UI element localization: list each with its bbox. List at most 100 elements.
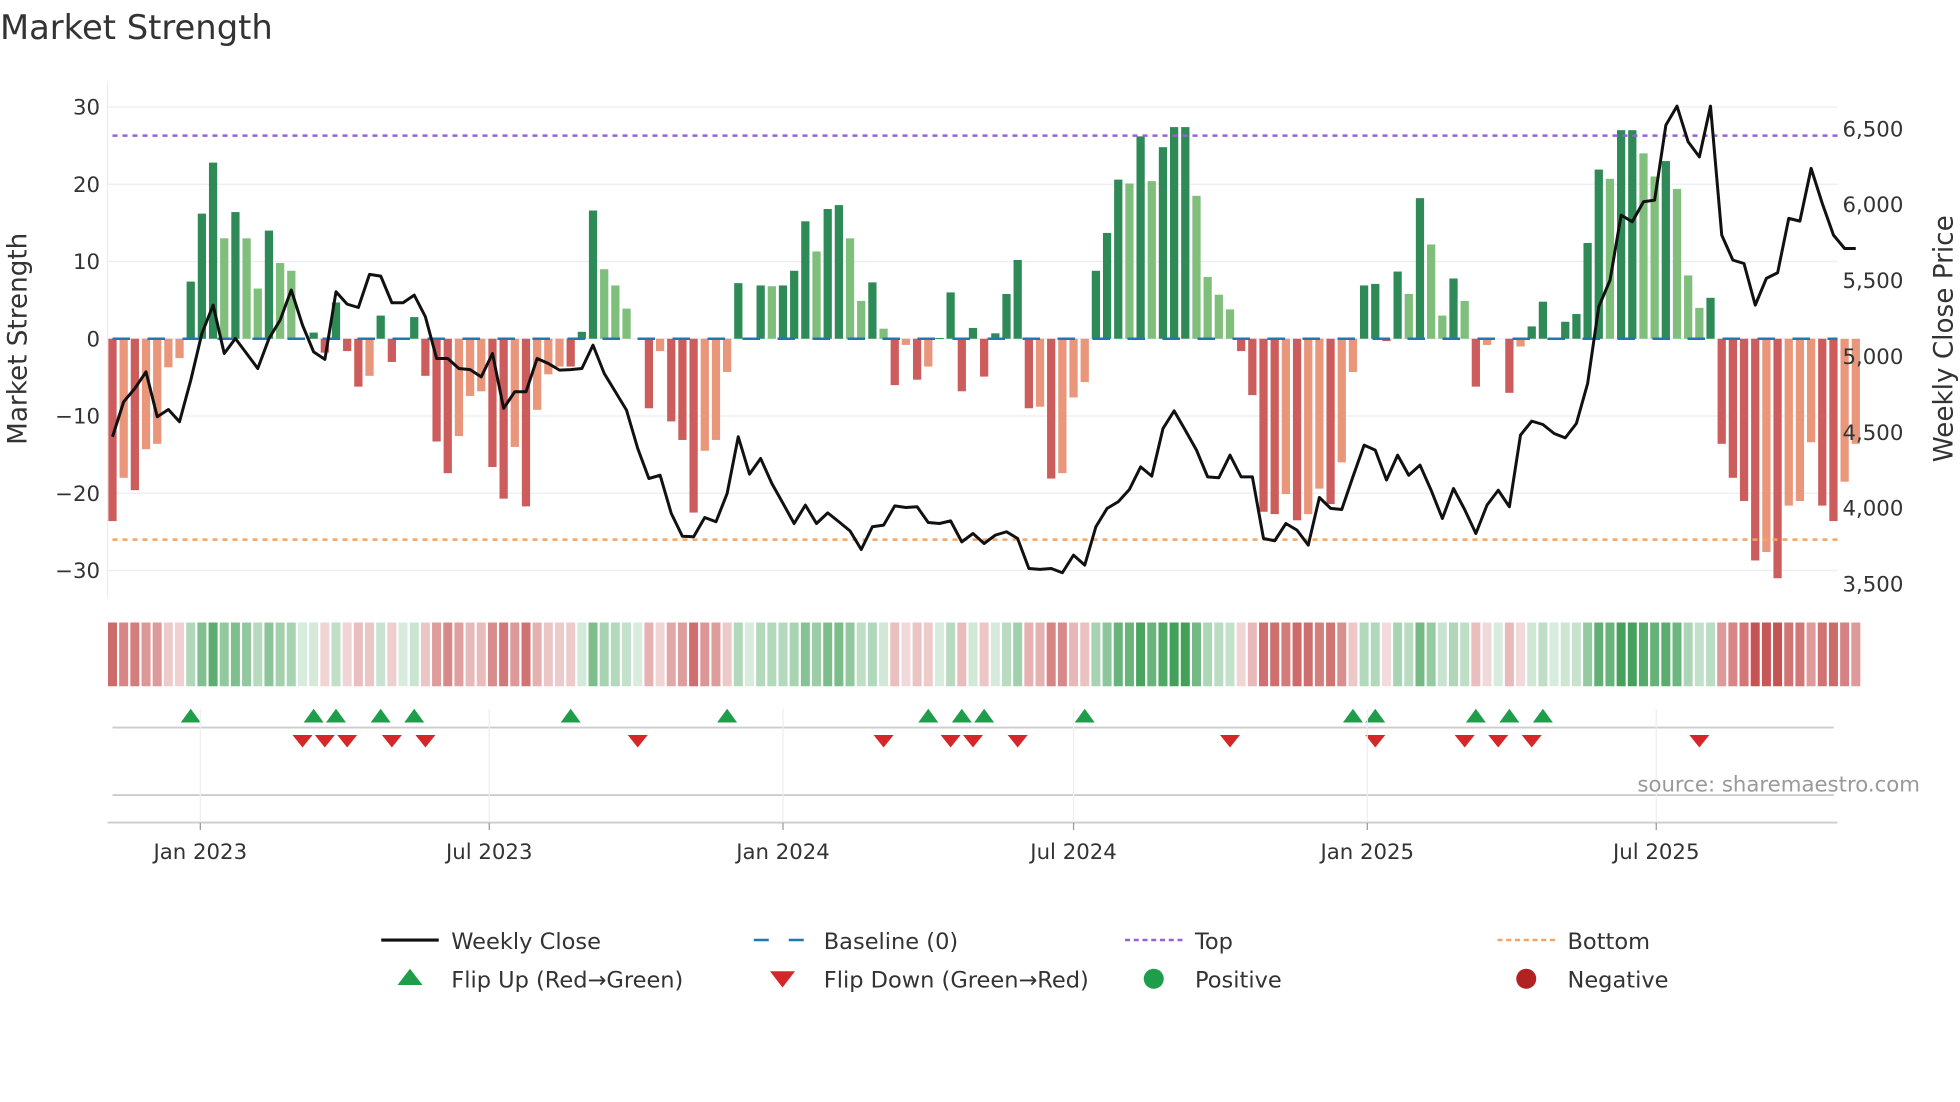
negative-bar [1784,338,1793,506]
negative-bar [924,338,933,367]
heatmap-cell [1516,622,1526,687]
positive-bar [1449,278,1458,339]
negative-bar [454,338,464,437]
heatmap-cell [778,622,788,687]
flip-up-marker [1365,708,1386,723]
heatmap-cell [331,622,341,687]
negative-bar [421,338,430,376]
flip-down-marker [337,735,358,748]
heatmap-cell [1191,622,1201,687]
strength-bars [108,127,1860,579]
flip-up-marker [1499,708,1520,723]
positive-bar [1371,283,1380,339]
flip-down-marker [1454,735,1475,748]
negative-bar [544,338,553,375]
heatmap-cell [499,622,509,687]
x-tick-label: Jan 2025 [1318,840,1414,865]
flip-up-marker [180,708,201,723]
heatmap-cell [655,622,665,687]
negative-bar [890,338,899,386]
positive-bar [600,269,609,339]
heatmap-cell [946,622,956,687]
y-tick-label: 0 [86,327,100,352]
heatmap-cell [901,622,911,687]
negative-bar [175,338,184,359]
heatmap-cell [890,622,900,687]
heatmap-cell [1426,622,1436,687]
legend-item-baseline: Baseline (0) [753,929,958,955]
positive-bar [1583,242,1592,339]
negative-bar [1080,338,1089,383]
heatmap-cell [700,622,710,687]
positive-bar [801,221,810,339]
positive-bar [588,210,598,339]
heatmap-cell [834,622,844,687]
heatmap-cell [1225,622,1235,687]
heatmap-cell [141,622,151,687]
heatmap-cell [1683,622,1693,687]
negative-bar [1762,338,1771,552]
x-tick-label: Jul 2025 [1611,840,1699,865]
heatmap-cell [756,622,766,687]
heatmap-cell [1761,622,1771,687]
legend-item-bottom: Bottom [1497,929,1650,955]
heatmap-cell [1728,622,1738,687]
positive-bar [1170,127,1179,339]
negative-bar [1795,338,1805,501]
heatmap-cell [1147,622,1157,687]
flip-down-marker [314,735,335,748]
negative-bar [566,338,575,367]
heatmap-cell [186,622,196,687]
heatmap-cell [1370,622,1380,687]
flip-up-marker [1342,708,1363,723]
heatmap-cell [1571,622,1581,687]
positive-bar [1393,271,1402,339]
heatmap-cell [644,622,654,687]
heatmap-cell [1806,622,1816,687]
positive-dot-icon [1143,968,1164,989]
heatmap-cell [677,622,687,687]
triangle-up-icon [397,968,423,985]
positive-bar [1427,244,1436,339]
heatmap-cell [208,622,218,687]
y-tick-label: 10 [73,250,100,275]
negative-bar [1035,338,1045,407]
legend-label: Top [1194,929,1233,955]
positive-bar [845,238,855,339]
positive-bar [1359,285,1369,339]
flip-down-marker [292,735,313,748]
negative-dot-icon [1516,968,1537,989]
negative-bar [1739,338,1749,501]
positive-bar [197,213,207,339]
negative-bar [1024,338,1033,409]
positive-bar [790,270,799,339]
heatmap-cell [108,622,117,687]
y-tick-label: 30 [73,96,100,121]
negative-bar [912,338,922,380]
heatmap-cell [510,622,520,687]
negative-bar [499,338,508,499]
heatmap-cell [1404,622,1414,687]
positive-bar [1527,326,1536,339]
heatmap-cell [543,622,553,687]
heatmap-cell [1348,622,1358,687]
flip-down-marker [1689,735,1710,748]
flip-markers [112,708,1834,796]
heatmap-cell [1158,622,1168,687]
heatmap-cell [1236,622,1246,687]
negative-bar [957,338,966,392]
positive-bar [1125,183,1134,339]
negative-bar [1751,338,1760,561]
flip-up-marker [370,708,391,723]
negative-bar [700,338,709,451]
heatmap-cell [1113,622,1123,687]
heatmap-cell [1694,622,1704,687]
heatmap-cell [1638,622,1648,687]
positive-bar [309,332,318,339]
negative-bar [1292,338,1302,521]
heatmap-cell [767,622,777,687]
negative-bar [1248,338,1257,396]
positive-bar [231,212,240,339]
heatmap-cell [610,622,620,687]
positive-bar [1114,179,1123,339]
